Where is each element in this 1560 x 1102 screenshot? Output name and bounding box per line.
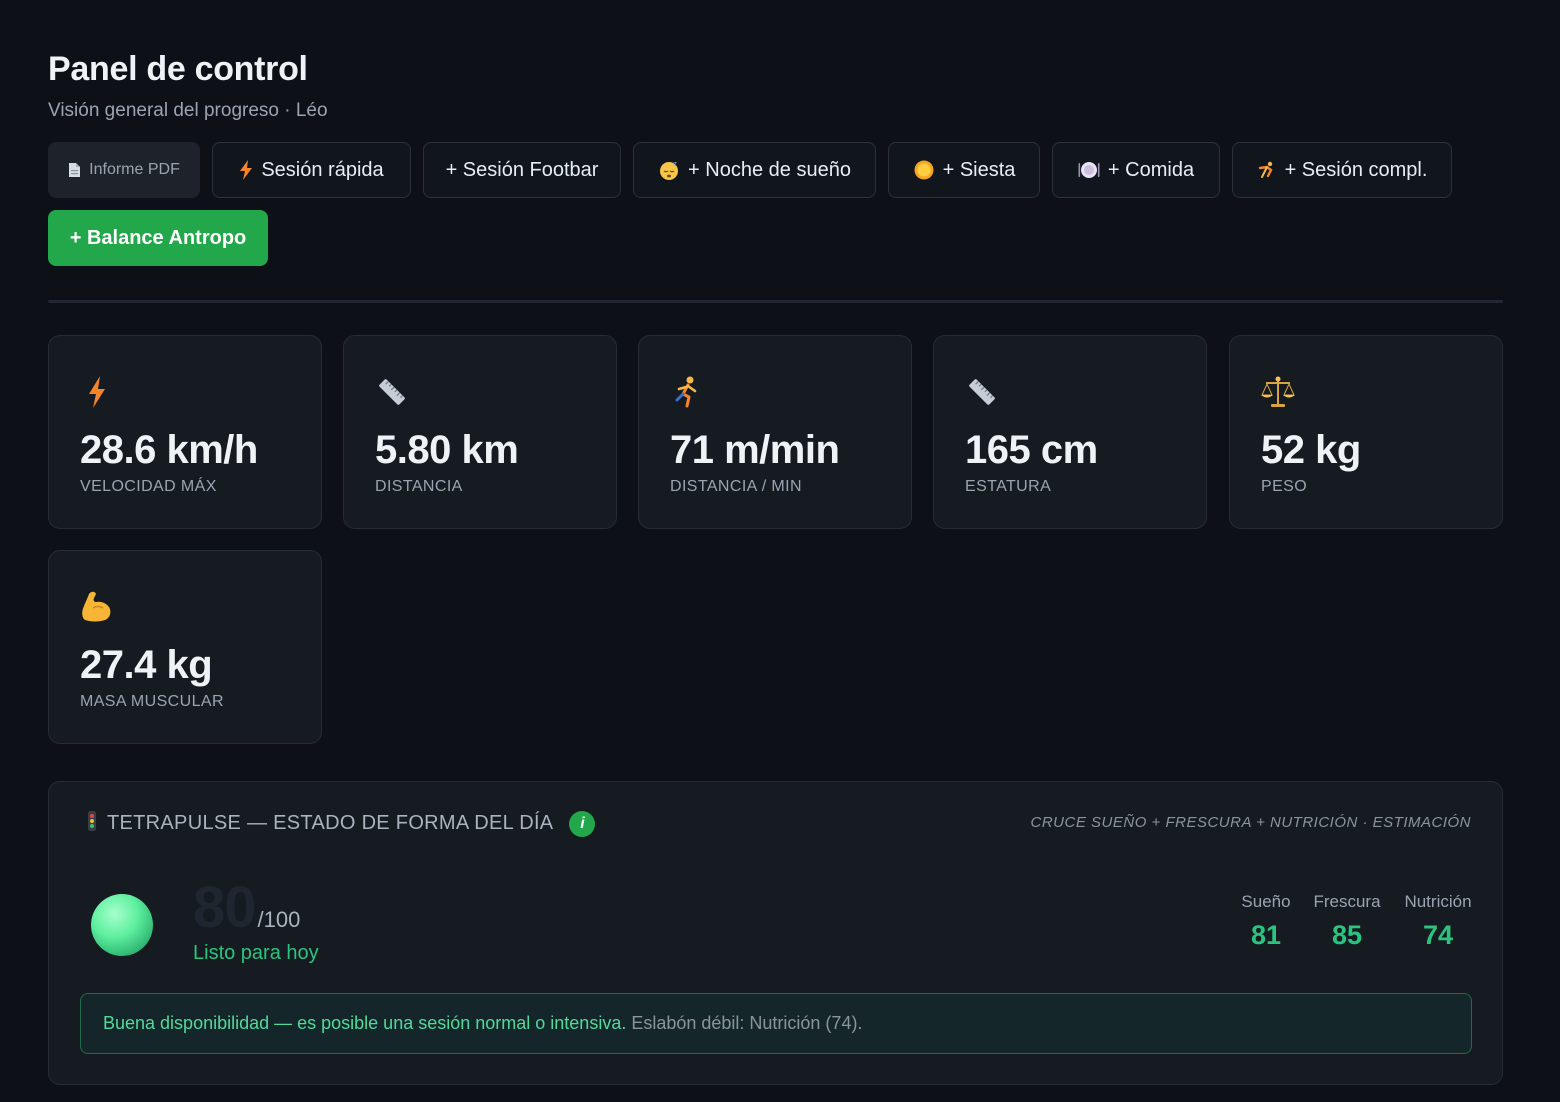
message-good: Buena disponibilidad — es posible una se… [103,1013,627,1033]
quick-session-label: Sesión rápida [261,158,384,181]
subscore-label: Sueño [1241,892,1291,911]
subscore-freshness: Frescura 85 [1309,892,1385,951]
subscore-sleep: Sueño 81 [1231,892,1301,951]
add-meal-label: + Comida [1107,158,1195,181]
readiness-score: 80 /100 [193,874,300,941]
action-toolbar: Informe PDF Sesión rápida + Sesión Footb… [48,142,1503,272]
readiness-message: Buena disponibilidad — es posible una se… [80,993,1472,1054]
pdf-report-button[interactable]: Informe PDF [48,142,200,198]
stat-value: 28.6 km/h [80,428,258,472]
plate-icon [1078,160,1100,180]
scale-icon [1260,374,1296,410]
subscore-value: 85 [1331,920,1363,950]
stat-value: 52 kg [1261,428,1361,472]
svg-text:z: z [673,160,677,168]
lightning-icon [79,374,115,410]
tetrapulse-header: TETRAPULSE — ESTADO DE FORMA DEL DÍA i [87,810,596,837]
stat-card-muscle-mass: 27.4 kg MASA MUSCULAR [48,550,322,744]
sleeping-face-icon: z [658,159,680,181]
subscore-label: Frescura [1313,892,1381,911]
ruler-icon [374,374,410,410]
stat-value: 5.80 km [375,428,519,472]
stat-value: 27.4 kg [80,643,213,687]
add-nap-button[interactable]: + Siesta [888,142,1040,198]
pdf-report-label: Informe PDF [89,161,180,178]
stat-value: 165 cm [965,428,1098,472]
traffic-light-icon [87,810,97,837]
stat-card-distance-per-min: 71 m/min DISTANCIA / MIN [638,335,912,529]
add-footbar-session-label: + Sesión Footbar [445,158,599,181]
tetrapulse-note: CRUCE SUEÑO + FRESCURA + NUTRICIÓN · EST… [1030,814,1471,831]
page-title: Panel de control [48,50,308,88]
stat-label: PESO [1261,478,1308,495]
stat-label: ESTATURA [965,478,1052,495]
tetrapulse-title: TETRAPULSE — ESTADO DE FORMA DEL DÍA [107,812,554,834]
score-value: 80 [193,875,257,940]
subscore-value: 81 [1250,920,1282,950]
flexed-biceps-icon [79,589,115,625]
page-subtitle: Visión general del progreso · Léo [48,100,328,121]
document-icon [68,162,81,178]
stat-card-max-speed: 28.6 km/h VELOCIDAD MÁX [48,335,322,529]
tetrapulse-panel: TETRAPULSE — ESTADO DE FORMA DEL DÍA i C… [48,781,1503,1085]
lightning-icon [239,160,253,180]
info-icon[interactable]: i [569,810,596,837]
readiness-status: Listo para hoy [193,942,319,964]
stat-card-height: 165 cm ESTATURA [933,335,1207,529]
message-weak-link: Eslabón débil: Nutrición (74). [631,1013,863,1033]
add-full-session-button[interactable]: + Sesión compl. [1232,142,1452,198]
add-anthropo-balance-label: + Balance Antropo [69,226,247,249]
add-footbar-session-button[interactable]: + Sesión Footbar [423,142,621,198]
subscore-label: Nutrición [1404,892,1472,911]
add-anthropo-balance-button[interactable]: + Balance Antropo [48,210,268,266]
stat-label: DISTANCIA [375,478,463,495]
add-nap-label: + Siesta [942,158,1016,181]
section-divider [48,300,1503,303]
readiness-orb [91,894,153,956]
add-sleep-night-label: + Noche de sueño [688,158,851,181]
sun-icon [913,159,935,181]
ruler-icon [964,374,1000,410]
add-sleep-night-button[interactable]: z + Noche de sueño [633,142,876,198]
stat-label: VELOCIDAD MÁX [80,478,217,495]
quick-session-button[interactable]: Sesión rápida [212,142,411,198]
score-max: /100 [257,907,301,932]
subscore-value: 74 [1422,920,1454,950]
person-stretching-icon [1257,160,1277,180]
stat-label: DISTANCIA / MIN [670,478,802,495]
add-full-session-label: + Sesión compl. [1284,158,1428,181]
stat-card-weight: 52 kg PESO [1229,335,1503,529]
subscore-nutrition: Nutrición 74 [1395,892,1481,951]
stat-label: MASA MUSCULAR [80,693,224,710]
runner-icon [669,374,705,410]
stat-card-distance: 5.80 km DISTANCIA [343,335,617,529]
stat-value: 71 m/min [670,428,840,472]
add-meal-button[interactable]: + Comida [1052,142,1220,198]
